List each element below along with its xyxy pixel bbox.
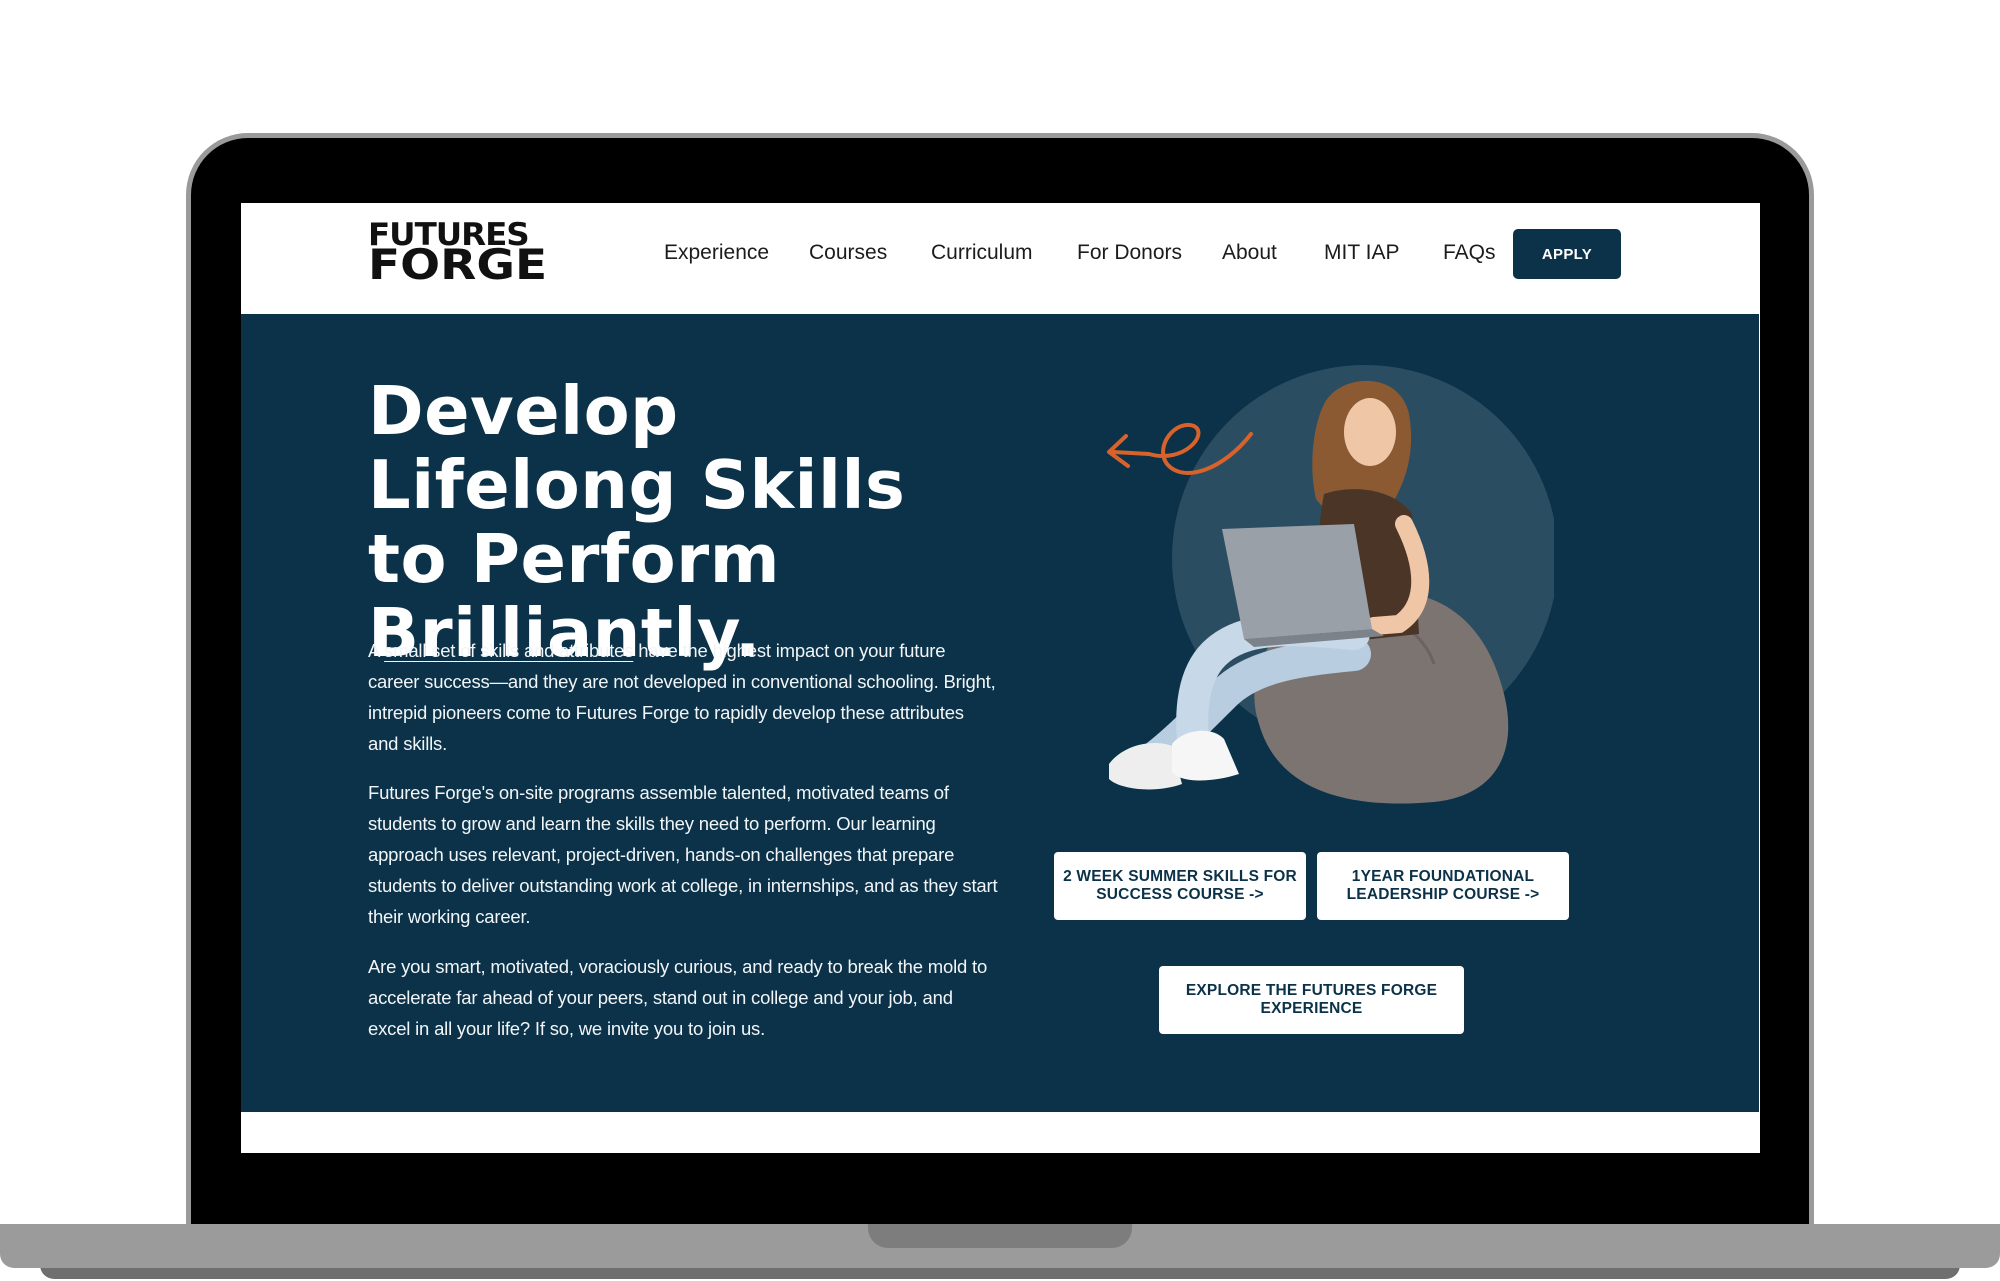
nav-faqs[interactable]: FAQs <box>1443 241 1496 265</box>
sneaker-2 <box>1172 730 1239 781</box>
face <box>1344 398 1396 466</box>
hero-paragraph-1: A small set of skills and attributes hav… <box>368 635 998 759</box>
hero-p1-prefix: A <box>368 640 385 661</box>
nav-about[interactable]: About <box>1222 241 1277 265</box>
laptop-notch <box>868 1224 1132 1248</box>
nav-mit-iap[interactable]: MIT IAP <box>1324 241 1399 265</box>
skills-attributes-link[interactable]: small set of skills and attributes <box>384 640 633 661</box>
laptop <box>1222 524 1372 639</box>
top-navbar: FUTURES FORGE Experience Courses Curricu… <box>241 203 1760 314</box>
nav-experience[interactable]: Experience <box>664 241 769 265</box>
year-course-button[interactable]: 1YEAR FOUNDATIONAL LEADERSHIP COURSE -> <box>1317 852 1569 920</box>
student-with-laptop-illustration <box>1107 365 1554 804</box>
hero-paragraph-2: Futures Forge's on-site programs assembl… <box>368 782 998 927</box>
explore-experience-button[interactable]: EXPLORE THE FUTURES FORGE EXPERIENCE <box>1159 966 1464 1034</box>
logo-line-2: FORGE <box>368 240 548 290</box>
hero-title: Develop Lifelong Skills to Perform Brill… <box>368 372 906 672</box>
apply-button[interactable]: APPLY <box>1513 229 1621 279</box>
hero-section: Develop Lifelong Skills to Perform Brill… <box>241 314 1759 1112</box>
hero-paragraph-3: Are you smart, motivated, voraciously cu… <box>368 956 988 1039</box>
website-screen: FUTURES FORGE Experience Courses Curricu… <box>241 203 1760 1153</box>
futures-forge-logo[interactable]: FUTURES FORGE <box>368 219 547 286</box>
nav-curriculum[interactable]: Curriculum <box>931 241 1033 265</box>
nav-for-donors[interactable]: For Donors <box>1077 241 1182 265</box>
summer-course-button[interactable]: 2 WEEK SUMMER SKILLS FOR SUCCESS COURSE … <box>1054 852 1306 920</box>
sneaker-1 <box>1109 743 1182 790</box>
nav-courses[interactable]: Courses <box>809 241 887 265</box>
